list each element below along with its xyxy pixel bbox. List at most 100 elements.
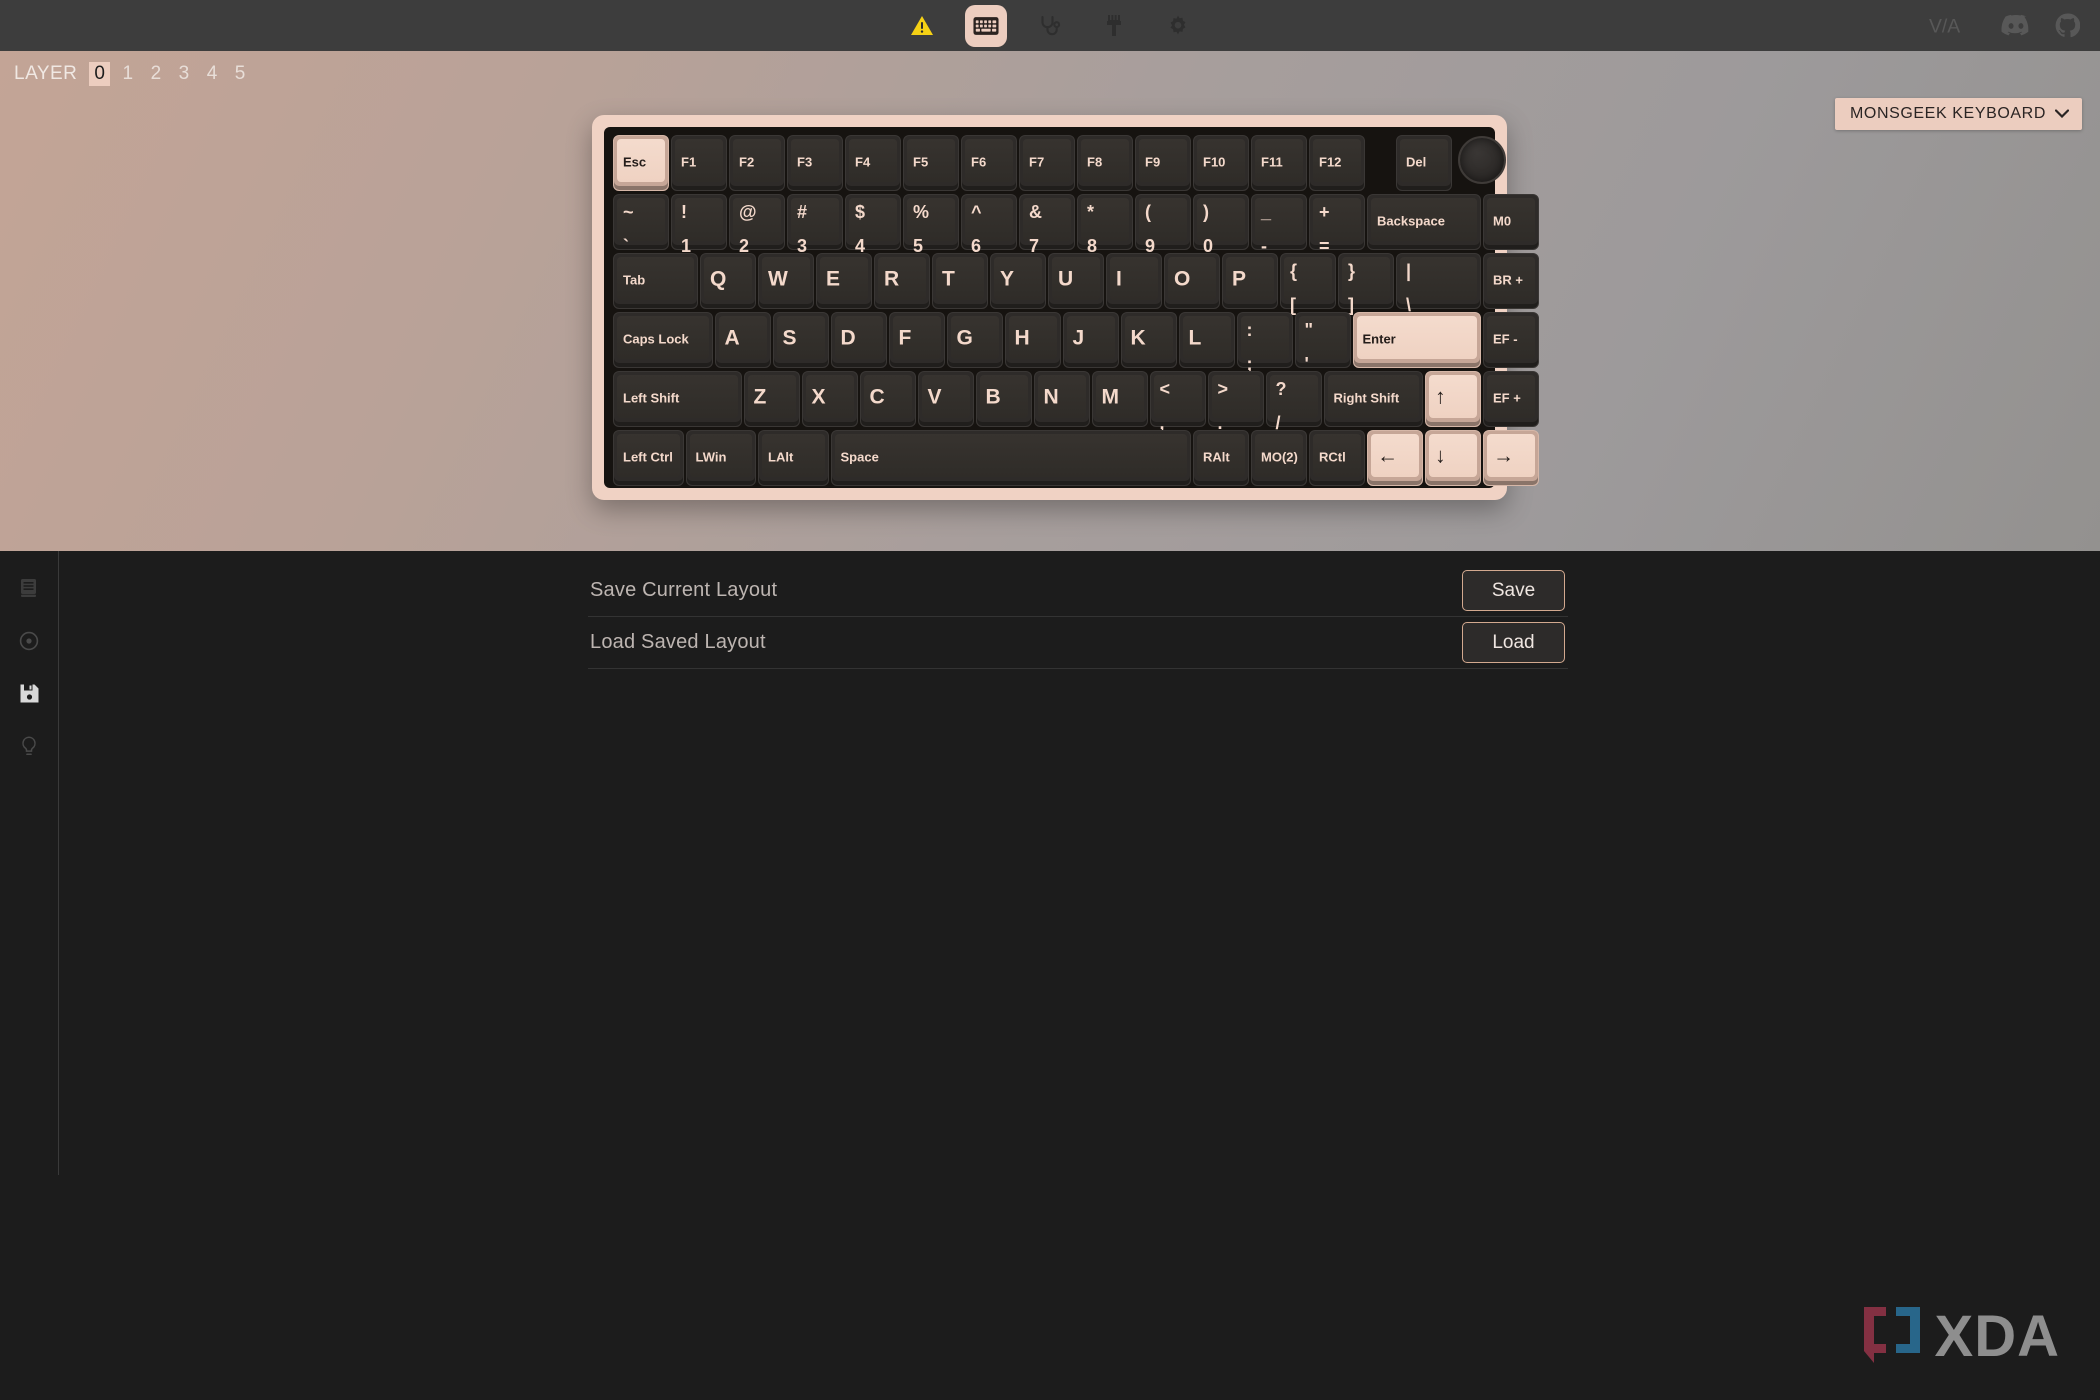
key-f5[interactable]: F5 bbox=[903, 135, 959, 191]
key-r[interactable]: R bbox=[874, 253, 930, 309]
rotary-encoder-knob[interactable] bbox=[1458, 136, 1506, 184]
key-i[interactable]: I bbox=[1106, 253, 1162, 309]
key-g[interactable]: G bbox=[946, 312, 1003, 368]
key-2[interactable]: @2 bbox=[729, 194, 785, 256]
key-ef[interactable]: EF + bbox=[1483, 371, 1539, 427]
key-7[interactable]: & 7 bbox=[1019, 194, 1075, 256]
key-esc[interactable]: Esc bbox=[613, 135, 669, 191]
key-mo-2[interactable]: MO(2) bbox=[1251, 430, 1307, 486]
key-f4[interactable]: F4 bbox=[845, 135, 901, 191]
key-q[interactable]: Q bbox=[700, 253, 756, 309]
layer-button-0[interactable]: 0 bbox=[89, 62, 111, 86]
key-y[interactable]: Y bbox=[990, 253, 1046, 309]
key-key[interactable]: _ - bbox=[1251, 194, 1307, 256]
key-z[interactable]: Z bbox=[743, 371, 800, 427]
key-m[interactable]: M bbox=[1091, 371, 1148, 427]
layer-button-3[interactable]: 3 bbox=[174, 62, 195, 86]
key-4[interactable]: $4 bbox=[845, 194, 901, 256]
key-6[interactable]: ^ 6 bbox=[961, 194, 1017, 256]
key-n[interactable]: N bbox=[1033, 371, 1090, 427]
key-t[interactable]: T bbox=[932, 253, 988, 309]
key-key[interactable]: <, bbox=[1149, 371, 1206, 433]
sidebar-item-layouts[interactable] bbox=[11, 572, 47, 608]
key-k[interactable]: K bbox=[1120, 312, 1177, 368]
save-button[interactable]: Save bbox=[1462, 570, 1565, 611]
key-e[interactable]: E bbox=[816, 253, 872, 309]
key-h[interactable]: H bbox=[1004, 312, 1061, 368]
key-left-shift[interactable]: Left Shift bbox=[613, 371, 742, 427]
key-caps-lock[interactable]: Caps Lock bbox=[613, 312, 713, 368]
key-j[interactable]: J bbox=[1062, 312, 1119, 368]
github-icon[interactable] bbox=[2055, 13, 2080, 38]
key-key[interactable]: + = bbox=[1309, 194, 1365, 256]
key-f2[interactable]: F2 bbox=[729, 135, 785, 191]
key-key[interactable]: >. bbox=[1207, 371, 1264, 433]
key-f9[interactable]: F9 bbox=[1135, 135, 1191, 191]
key-backspace[interactable]: Backspace bbox=[1367, 194, 1481, 250]
key-1[interactable]: ! 1 bbox=[671, 194, 727, 256]
key-key[interactable]: ~ ` bbox=[613, 194, 669, 256]
key-c[interactable]: C bbox=[859, 371, 916, 427]
key-lalt[interactable]: LAlt bbox=[758, 430, 829, 486]
key-s[interactable]: S bbox=[772, 312, 829, 368]
key-tab[interactable]: Tab bbox=[613, 253, 698, 309]
key-p[interactable]: P bbox=[1222, 253, 1278, 309]
key-f6[interactable]: F6 bbox=[961, 135, 1017, 191]
sidebar-item-macros[interactable] bbox=[11, 625, 47, 661]
layer-button-2[interactable]: 2 bbox=[146, 62, 167, 86]
key-key[interactable]: " ' bbox=[1294, 312, 1351, 374]
key-o[interactable]: O bbox=[1164, 253, 1220, 309]
key-f1[interactable]: F1 bbox=[671, 135, 727, 191]
key-key[interactable]: ↓ bbox=[1425, 430, 1481, 486]
key-lwin[interactable]: LWin bbox=[685, 430, 756, 486]
key-f8[interactable]: F8 bbox=[1077, 135, 1133, 191]
key-f12[interactable]: F12 bbox=[1309, 135, 1365, 191]
layer-button-1[interactable]: 1 bbox=[117, 62, 138, 86]
key-f[interactable]: F bbox=[888, 312, 945, 368]
key-key[interactable]: → bbox=[1483, 430, 1539, 486]
key-key[interactable]: ↑ bbox=[1425, 371, 1481, 427]
key-enter[interactable]: Enter bbox=[1352, 312, 1481, 368]
key-f10[interactable]: F10 bbox=[1193, 135, 1249, 191]
keyboard-icon-button[interactable] bbox=[965, 4, 1007, 47]
key-left-ctrl[interactable]: Left Ctrl bbox=[613, 430, 684, 486]
key-d[interactable]: D bbox=[830, 312, 887, 368]
stethoscope-icon-button[interactable] bbox=[1029, 5, 1071, 47]
key-f11[interactable]: F11 bbox=[1251, 135, 1307, 191]
sidebar-item-lighting[interactable] bbox=[11, 731, 47, 767]
key-b[interactable]: B bbox=[975, 371, 1032, 427]
paintbrush-icon-button[interactable] bbox=[1093, 5, 1135, 47]
key-ralt[interactable]: RAlt bbox=[1193, 430, 1249, 486]
key-8[interactable]: * 8 bbox=[1077, 194, 1133, 256]
load-button[interactable]: Load bbox=[1462, 622, 1565, 663]
key-3[interactable]: #3 bbox=[787, 194, 843, 256]
warning-icon-button[interactable] bbox=[901, 5, 943, 47]
key-rctl[interactable]: RCtl bbox=[1309, 430, 1365, 486]
sidebar-item-save-load[interactable] bbox=[11, 678, 47, 714]
key-space[interactable]: Space bbox=[830, 430, 1191, 486]
key-key[interactable]: :; bbox=[1236, 312, 1293, 374]
key-del[interactable]: Del bbox=[1396, 135, 1452, 191]
gear-icon-button[interactable] bbox=[1157, 5, 1199, 47]
key-br[interactable]: BR + bbox=[1483, 253, 1539, 309]
layer-button-4[interactable]: 4 bbox=[202, 62, 223, 86]
via-logo[interactable]: V/A bbox=[1929, 14, 1977, 38]
keyboard-select-dropdown[interactable]: MONSGEEK KEYBOARD bbox=[1834, 98, 2082, 130]
key-0[interactable]: ) 0 bbox=[1193, 194, 1249, 256]
key-5[interactable]: % 5 bbox=[903, 194, 959, 256]
discord-icon[interactable] bbox=[2001, 14, 2031, 37]
key-m0[interactable]: M0 bbox=[1483, 194, 1539, 250]
key-f3[interactable]: F3 bbox=[787, 135, 843, 191]
key-ef[interactable]: EF - bbox=[1483, 312, 1539, 368]
layer-button-5[interactable]: 5 bbox=[230, 62, 251, 86]
key-key[interactable]: | \ bbox=[1396, 253, 1481, 315]
key-u[interactable]: U bbox=[1048, 253, 1104, 309]
key-f7[interactable]: F7 bbox=[1019, 135, 1075, 191]
key-a[interactable]: A bbox=[714, 312, 771, 368]
key-key[interactable]: {[ bbox=[1280, 253, 1336, 315]
key-l[interactable]: L bbox=[1178, 312, 1235, 368]
key-v[interactable]: V bbox=[917, 371, 974, 427]
key-w[interactable]: W bbox=[758, 253, 814, 309]
key-key[interactable]: ? / bbox=[1265, 371, 1322, 433]
key-x[interactable]: X bbox=[801, 371, 858, 427]
